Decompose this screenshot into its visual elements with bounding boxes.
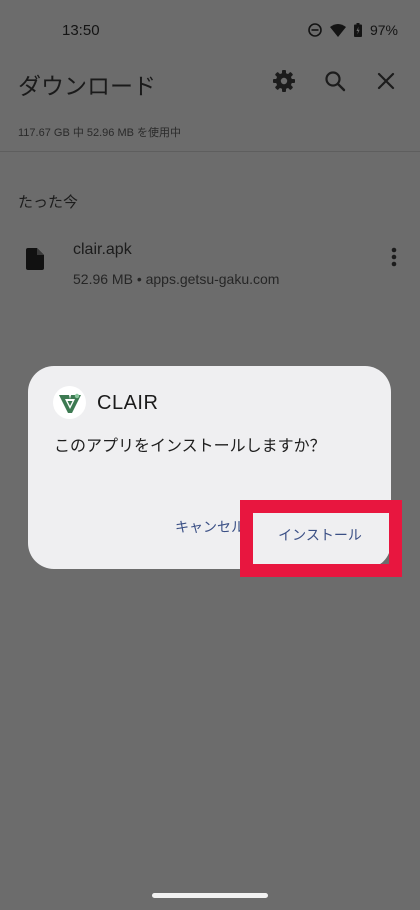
file-icon: [26, 248, 44, 274]
status-icons: 97%: [308, 22, 398, 38]
more-vert-icon: [391, 247, 397, 271]
install-button[interactable]: インストール: [254, 514, 386, 558]
search-button[interactable]: [320, 68, 350, 98]
settings-button[interactable]: [269, 68, 299, 98]
close-button[interactable]: [371, 68, 401, 98]
file-meta: 52.96 MB • apps.getsu-gaku.com: [73, 271, 280, 287]
cancel-button[interactable]: キャンセル: [175, 517, 265, 537]
dialog-message: このアプリをインストールしますか？: [54, 436, 326, 455]
close-icon: [377, 72, 395, 94]
more-options-button[interactable]: [382, 246, 406, 272]
clair-app-icon: [53, 386, 86, 419]
screen-background: 13:50 97% ダウンロード 117.67 GB 中 52.96 MB を使…: [0, 0, 420, 910]
settings-icon: [272, 69, 296, 97]
battery-icon: [353, 23, 362, 37]
status-time: 13:50: [62, 22, 100, 39]
status-bar: 13:50 97%: [0, 0, 420, 60]
file-name: clair.apk: [73, 241, 132, 258]
storage-usage-text: 117.67 GB 中 52.96 MB を使用中: [18, 127, 182, 139]
section-label-just-now: たった今: [18, 193, 79, 211]
wifi-icon: [329, 23, 346, 37]
gesture-navigation-handle[interactable]: [152, 893, 268, 898]
page-title: ダウンロード: [18, 74, 156, 100]
do-not-disturb-icon: [308, 23, 322, 37]
install-dialog: CLAIR このアプリをインストールしますか？ キャンセル インストール: [28, 366, 391, 569]
battery-percentage: 97%: [369, 22, 398, 38]
dialog-app-name: CLAIR: [97, 392, 159, 414]
header-divider: [0, 151, 420, 152]
search-icon: [324, 70, 346, 96]
